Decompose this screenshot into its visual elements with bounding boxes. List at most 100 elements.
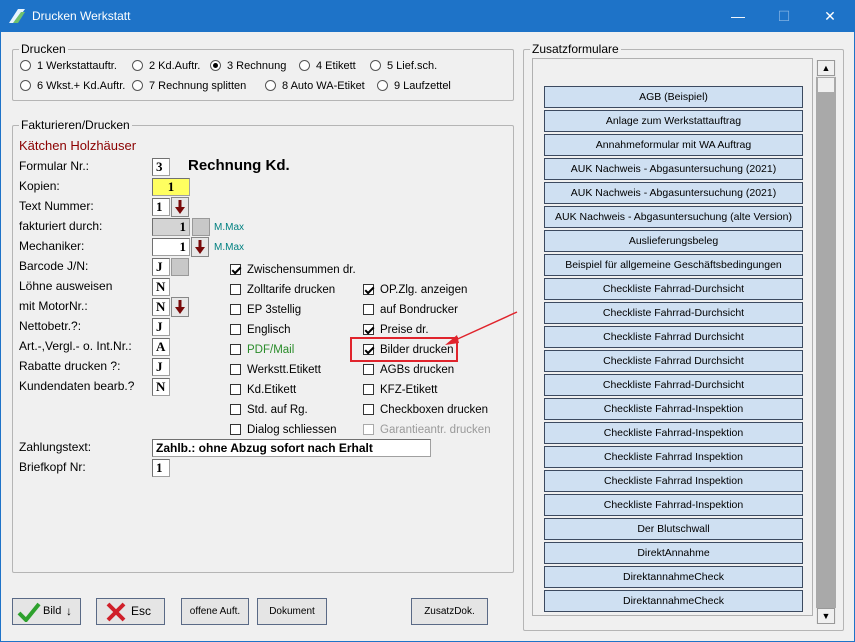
zahlungstext-field[interactable]: Zahlb.: ohne Abzug sofort nach Erhalt [152, 439, 431, 457]
radio-etikett[interactable]: 4 Etikett [299, 60, 356, 76]
esc-button[interactable]: Esc [96, 598, 165, 625]
checkbox-disabled [363, 424, 374, 435]
radio-auto-wa-etiket[interactable]: 8 Auto WA-Etiket [265, 80, 365, 96]
maximize-button[interactable]: ☐ [761, 1, 807, 32]
netto-field[interactable]: J [152, 318, 170, 336]
cb-dialog-schliessen[interactable]: Dialog schliessen [230, 423, 337, 439]
briefkopf-field[interactable]: 1 [152, 459, 170, 477]
zusatz-item[interactable]: Anlage zum Werkstattauftrag [544, 110, 803, 132]
radio-lief-sch[interactable]: 5 Lief.sch. [370, 60, 437, 76]
cb-kd-etikett[interactable]: Kd.Etikett [230, 383, 296, 399]
kunden-field[interactable]: N [152, 378, 170, 396]
checkbox-checked [230, 264, 241, 275]
radio-werkstattauftr[interactable]: 1 Werkstattauftr. [20, 60, 117, 76]
cb-checkboxen-drucken[interactable]: Checkboxen drucken [363, 403, 488, 419]
zusatz-item[interactable]: Beispiel für allgemeine Geschäftsbedingu… [544, 254, 803, 276]
briefkopf-label: Briefkopf Nr: [19, 460, 86, 474]
drucken-legend: Drucken [19, 42, 68, 56]
print-dialog-window: Drucken Werkstatt — ☐ ✕ Drucken 1 Werkst… [0, 0, 855, 642]
zusatz-item[interactable]: Checkliste Fahrrad Durchsicht [544, 326, 803, 348]
down-arrow-icon: ↓ [66, 604, 72, 618]
zusatzdok-button[interactable]: ZusatzDok. [411, 598, 488, 625]
fakturiert-lookup-button[interactable] [192, 218, 210, 236]
zusatz-item[interactable]: DirektAnnahme [544, 542, 803, 564]
zusatz-item[interactable]: Checkliste Fahrrad-Durchsicht [544, 302, 803, 324]
radio-circle [132, 60, 143, 71]
motor-label: mit MotorNr.: [19, 299, 88, 313]
text-nummer-lookup-button[interactable] [171, 197, 189, 217]
scroll-up-arrow-icon[interactable]: ▲ [817, 60, 835, 76]
zusatzformulare-legend: Zusatzformulare [530, 42, 621, 56]
checkbox [230, 304, 241, 315]
zusatz-item[interactable]: Checkliste Fahrrad-Inspektion [544, 422, 803, 444]
zusatz-item[interactable]: AUK Nachweis - Abgasuntersuchung (2021) [544, 182, 803, 204]
loehne-field[interactable]: N [152, 278, 170, 296]
cb-agbs-drucken[interactable]: AGBs drucken [363, 363, 454, 379]
zusatz-item[interactable]: Checkliste Fahrrad-Durchsicht [544, 374, 803, 396]
customer-name: Kätchen Holzhäuser [19, 138, 137, 153]
radio-rechnung[interactable]: 3 Rechnung [210, 60, 286, 76]
cb-op-zlg-anzeigen[interactable]: OP.Zlg. anzeigen [363, 283, 467, 299]
title-bar[interactable]: Drucken Werkstatt — ☐ ✕ [1, 1, 854, 32]
zusatz-item[interactable]: AUK Nachweis - Abgasuntersuchung (2021) [544, 158, 803, 180]
mechaniker-lookup-button[interactable] [191, 237, 209, 257]
radio-circle [132, 80, 143, 91]
zusatz-item[interactable]: AUK Nachweis - Abgasuntersuchung (alte V… [544, 206, 803, 228]
zusatz-item[interactable]: Annahmeformular mit WA Auftrag [544, 134, 803, 156]
zusatz-item[interactable]: Checkliste Fahrrad-Inspektion [544, 494, 803, 516]
motor-field[interactable]: N [152, 298, 170, 316]
text-nummer-field[interactable]: 1 [152, 198, 170, 216]
mechaniker-field[interactable]: 1 [152, 238, 190, 256]
scroll-down-arrow-icon[interactable]: ▼ [817, 608, 835, 624]
dokument-button[interactable]: Dokument [257, 598, 327, 625]
barcode-label: Barcode J/N: [19, 259, 89, 273]
rabatte-field[interactable]: J [152, 358, 170, 376]
cb-englisch[interactable]: Englisch [230, 323, 290, 339]
motor-lookup-button[interactable] [171, 297, 189, 317]
minimize-button[interactable]: — [715, 1, 761, 32]
cb-ep-3stellig[interactable]: EP 3stellig [230, 303, 301, 319]
radio-wkst-kd-auftr[interactable]: 6 Wkst.+ Kd.Auftr. [20, 80, 125, 96]
zusatz-item[interactable]: Checkliste Fahrrad Inspektion [544, 470, 803, 492]
cb-std-auf-rg[interactable]: Std. auf Rg. [230, 403, 308, 419]
cancel-x-icon [106, 602, 126, 622]
cb-zolltarife[interactable]: Zolltarife drucken [230, 283, 335, 299]
zusatz-item[interactable]: Der Blutschwall [544, 518, 803, 540]
checkbox [363, 404, 374, 415]
cb-kfz-etikett[interactable]: KFZ-Etikett [363, 383, 438, 399]
zusatz-item[interactable]: DirektannahmeCheck [544, 590, 803, 612]
radio-circle [20, 80, 31, 91]
cb-werkstt-etikett[interactable]: Werkstt.Etikett [230, 363, 321, 379]
scroll-thumb[interactable] [817, 77, 835, 93]
close-button[interactable]: ✕ [807, 1, 853, 32]
radio-circle [370, 60, 381, 71]
cb-zwischensummen[interactable]: Zwischensummen dr. [230, 263, 356, 279]
radio-kd-auftr[interactable]: 2 Kd.Auftr. [132, 60, 200, 76]
zusatz-item[interactable]: Checkliste Fahrrad Inspektion [544, 446, 803, 468]
fakturieren-legend: Fakturieren/Drucken [19, 118, 132, 132]
zusatz-item[interactable]: DirektannahmeCheck [544, 566, 803, 588]
zusatz-item[interactable]: Auslieferungsbeleg [544, 230, 803, 252]
radio-circle [265, 80, 276, 91]
cb-pdf-mail[interactable]: PDF/Mail [230, 343, 294, 359]
barcode-field[interactable]: J [152, 258, 170, 276]
kopien-field[interactable]: 1 [152, 178, 190, 196]
offene-auftraege-button[interactable]: offene Auft. [181, 598, 249, 625]
art-field[interactable]: A [152, 338, 170, 356]
scroll-track[interactable] [816, 77, 836, 608]
zusatz-item[interactable]: Checkliste Fahrrad Durchsicht [544, 350, 803, 372]
zusatz-item[interactable]: Checkliste Fahrrad-Inspektion [544, 398, 803, 420]
barcode-button[interactable] [171, 258, 189, 276]
fakturiert-field[interactable]: 1 [152, 218, 190, 236]
formular-field[interactable]: 3 [152, 158, 170, 176]
zusatz-item[interactable]: AGB (Beispiel) [544, 86, 803, 108]
radio-laufzettel[interactable]: 9 Laufzettel [377, 80, 451, 96]
zusatz-scrollbar[interactable]: ▲ ▼ [816, 60, 836, 624]
bild-button[interactable]: Bild ↓ [12, 598, 81, 625]
checkbox [363, 364, 374, 375]
app-logo-icon [9, 9, 25, 23]
zusatz-item[interactable]: Checkliste Fahrrad-Durchsicht [544, 278, 803, 300]
mechaniker-name: M.Max [214, 242, 244, 253]
annotation-arrow-icon [445, 311, 518, 345]
radio-rechnung-splitten[interactable]: 7 Rechnung splitten [132, 80, 246, 96]
